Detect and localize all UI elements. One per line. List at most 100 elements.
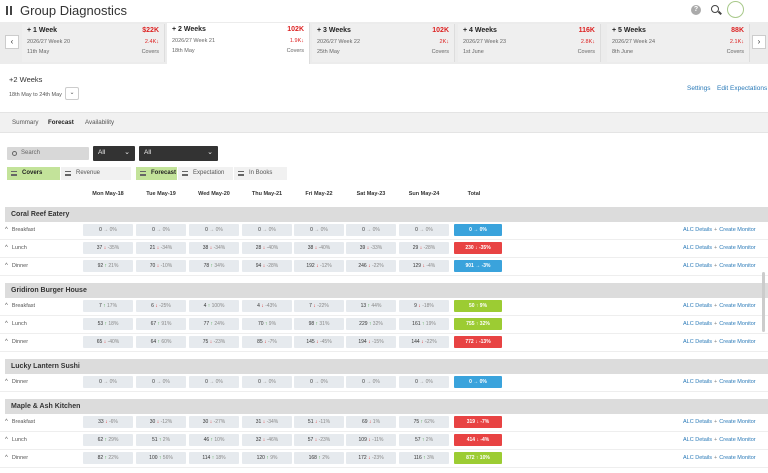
forecast-cell[interactable]: 194 ↓ -15% xyxy=(346,336,396,348)
forecast-cell[interactable]: 78 ↑ 34% xyxy=(189,260,239,272)
total-cell[interactable]: 772 ↓ -13% xyxy=(454,336,502,348)
forecast-cell[interactable]: 168 ↑ 2% xyxy=(294,452,344,464)
alc-details-link[interactable]: ALC Details xyxy=(683,419,712,425)
create-monitor-link[interactable]: Create Monitor xyxy=(719,245,755,251)
forecast-cell[interactable]: 82 ↑ 22% xyxy=(83,452,133,464)
forecast-cell[interactable]: 39 ↓ -33% xyxy=(346,242,396,254)
alc-details-link[interactable]: ALC Details xyxy=(683,379,712,385)
forecast-cell[interactable]: 0 → 0% xyxy=(242,376,292,388)
forecast-cell[interactable]: 116 ↑ 3% xyxy=(399,452,449,464)
toggle-forecast[interactable]: Forecast xyxy=(136,167,177,180)
next-week-button[interactable]: › xyxy=(752,35,766,49)
forecast-cell[interactable]: 0 → 0% xyxy=(399,376,449,388)
chevron-up-icon[interactable]: ^ xyxy=(5,227,8,233)
meal-label[interactable]: ^ Breakfast xyxy=(5,303,35,309)
meal-label[interactable]: ^ Dinner xyxy=(5,339,28,345)
create-monitor-link[interactable]: Create Monitor xyxy=(719,379,755,385)
total-cell[interactable]: 755 ↑ 32% xyxy=(454,318,502,330)
forecast-cell[interactable]: 38 ↓ -34% xyxy=(189,242,239,254)
forecast-cell[interactable]: 4 ↓ -43% xyxy=(242,300,292,312)
forecast-cell[interactable]: 46 ↑ 10% xyxy=(189,434,239,446)
forecast-cell[interactable]: 75 ↑ 62% xyxy=(399,416,449,428)
meal-label[interactable]: ^ Lunch xyxy=(5,321,27,327)
forecast-cell[interactable]: 7 ↓ -22% xyxy=(294,300,344,312)
forecast-cell[interactable]: 77 ↑ 24% xyxy=(189,318,239,330)
forecast-cell[interactable]: 0 → 0% xyxy=(136,376,186,388)
total-cell[interactable]: 319 ↓ -7% xyxy=(454,416,502,428)
chevron-up-icon[interactable]: ^ xyxy=(5,303,8,309)
forecast-cell[interactable]: 69 ↓ 1% xyxy=(346,416,396,428)
forecast-cell[interactable]: 57 ↓ -23% xyxy=(294,434,344,446)
chevron-up-icon[interactable]: ^ xyxy=(5,263,8,269)
create-monitor-link[interactable]: Create Monitor xyxy=(719,227,755,233)
total-cell[interactable]: 50 ↑ 9% xyxy=(454,300,502,312)
total-cell[interactable]: 901 → -3% xyxy=(454,260,502,272)
forecast-cell[interactable]: 0 → 0% xyxy=(189,224,239,236)
total-cell[interactable]: 872 ↑ 10% xyxy=(454,452,502,464)
forecast-cell[interactable]: 65 ↓ -40% xyxy=(83,336,133,348)
forecast-cell[interactable]: 29 ↓ -28% xyxy=(399,242,449,254)
settings-link[interactable]: Settings xyxy=(687,85,711,92)
forecast-cell[interactable]: 33 ↓ -6% xyxy=(83,416,133,428)
forecast-cell[interactable]: 28 ↓ -40% xyxy=(242,242,292,254)
alc-details-link[interactable]: ALC Details xyxy=(683,263,712,269)
week-card[interactable]: + 1 Week $22K 2026/27 Week 20 11th May 2.4K↓… xyxy=(22,24,165,62)
edit-expectations-link[interactable]: Edit Expectations xyxy=(717,85,767,92)
alc-details-link[interactable]: ALC Details xyxy=(683,455,712,461)
forecast-cell[interactable]: 172 ↓ -23% xyxy=(346,452,396,464)
forecast-cell[interactable]: 120 ↑ 9% xyxy=(242,452,292,464)
toggle-covers[interactable]: Covers xyxy=(7,167,60,180)
create-monitor-link[interactable]: Create Monitor xyxy=(719,455,755,461)
tab-summary[interactable]: Summary xyxy=(12,119,38,126)
forecast-cell[interactable]: 0 → 0% xyxy=(83,376,133,388)
alc-details-link[interactable]: ALC Details xyxy=(683,339,712,345)
create-monitor-link[interactable]: Create Monitor xyxy=(719,339,755,345)
forecast-cell[interactable]: 9 ↓ -18% xyxy=(399,300,449,312)
meal-label[interactable]: ^ Lunch xyxy=(5,437,27,443)
forecast-cell[interactable]: 0 → 0% xyxy=(83,224,133,236)
meal-label[interactable]: ^ Breakfast xyxy=(5,419,35,425)
scrollbar[interactable] xyxy=(762,272,765,332)
forecast-cell[interactable]: 109 ↓ -11% xyxy=(346,434,396,446)
forecast-cell[interactable]: 0 → 0% xyxy=(294,224,344,236)
forecast-cell[interactable]: 144 ↓ -22% xyxy=(399,336,449,348)
forecast-cell[interactable]: 53 ↑ 18% xyxy=(83,318,133,330)
forecast-cell[interactable]: 129 ↓ -4% xyxy=(399,260,449,272)
forecast-cell[interactable]: 62 ↑ 29% xyxy=(83,434,133,446)
forecast-cell[interactable]: 98 ↑ 31% xyxy=(294,318,344,330)
toggle-in-books[interactable]: In Books xyxy=(234,167,287,180)
forecast-cell[interactable]: 57 ↑ 2% xyxy=(399,434,449,446)
forecast-cell[interactable]: 6 ↓ -25% xyxy=(136,300,186,312)
meal-label[interactable]: ^ Lunch xyxy=(5,245,27,251)
create-monitor-link[interactable]: Create Monitor xyxy=(719,437,755,443)
forecast-cell[interactable]: 13 ↑ 44% xyxy=(346,300,396,312)
menu-icon[interactable] xyxy=(6,6,14,15)
meal-label[interactable]: ^ Breakfast xyxy=(5,227,35,233)
forecast-cell[interactable]: 0 → 0% xyxy=(399,224,449,236)
chevron-up-icon[interactable]: ^ xyxy=(5,419,8,425)
toggle-expectation[interactable]: Expectation xyxy=(178,167,233,180)
prev-week-button[interactable]: ‹ xyxy=(5,35,19,49)
week-card[interactable]: + 4 Weeks 116K 2026/27 Week 23 1st June 2.8K… xyxy=(458,24,601,62)
chevron-up-icon[interactable]: ^ xyxy=(5,379,8,385)
total-cell[interactable]: 230 ↓ -35% xyxy=(454,242,502,254)
forecast-cell[interactable]: 100 ↑ 56% xyxy=(136,452,186,464)
alc-details-link[interactable]: ALC Details xyxy=(683,321,712,327)
meal-label[interactable]: ^ Dinner xyxy=(5,263,28,269)
forecast-cell[interactable]: 229 ↑ 32% xyxy=(346,318,396,330)
forecast-cell[interactable]: 70 ↓ -10% xyxy=(136,260,186,272)
forecast-cell[interactable]: 145 ↓ -45% xyxy=(294,336,344,348)
filter-dropdown-1[interactable]: All ⌄ xyxy=(93,146,135,161)
chevron-up-icon[interactable]: ^ xyxy=(5,339,8,345)
forecast-cell[interactable]: 31 ↓ -34% xyxy=(242,416,292,428)
create-monitor-link[interactable]: Create Monitor xyxy=(719,263,755,269)
chevron-up-icon[interactable]: ^ xyxy=(5,455,8,461)
help-icon[interactable]: ? xyxy=(691,5,701,15)
forecast-cell[interactable]: 114 ↑ 18% xyxy=(189,452,239,464)
chevron-up-icon[interactable]: ^ xyxy=(5,245,8,251)
forecast-cell[interactable]: 0 → 0% xyxy=(189,376,239,388)
forecast-cell[interactable]: 70 ↑ 9% xyxy=(242,318,292,330)
forecast-cell[interactable]: 37 ↓ -35% xyxy=(83,242,133,254)
forecast-cell[interactable]: 0 → 0% xyxy=(294,376,344,388)
forecast-cell[interactable]: 94 ↓ -28% xyxy=(242,260,292,272)
